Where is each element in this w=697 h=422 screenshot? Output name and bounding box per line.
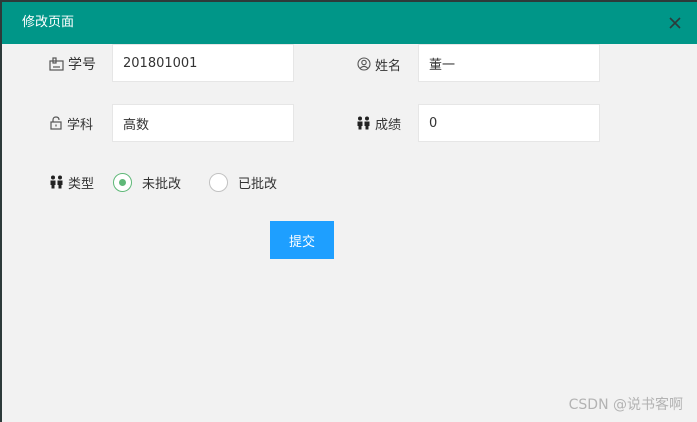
user-circle-icon	[357, 57, 371, 71]
close-icon[interactable]	[668, 16, 682, 30]
score-label-group: 成绩	[356, 113, 401, 133]
id-card-icon	[49, 57, 64, 71]
name-label: 姓名	[375, 58, 402, 74]
score-input[interactable]	[418, 104, 600, 142]
dialog-titlebar: 修改页面	[2, 2, 697, 44]
subject-input[interactable]	[112, 104, 294, 142]
radio-circle[interactable]	[209, 172, 228, 192]
subject-label-group: 学科	[49, 113, 93, 133]
radio-graded[interactable]: 已批改	[209, 170, 277, 194]
radio-ungraded-label: 未批改	[142, 176, 182, 192]
name-label-group: 姓名	[357, 54, 401, 74]
radio-graded-label: 已批改	[238, 176, 278, 192]
type-label: 类型	[68, 176, 95, 192]
student-id-label-group: 学号	[49, 54, 96, 74]
student-id-label: 学号	[68, 57, 96, 73]
subject-label: 学科	[67, 117, 94, 133]
edit-dialog: 修改页面 学号 姓名 学科	[2, 2, 697, 422]
watermark: CSDN @说书客啊	[568, 397, 683, 413]
student-id-input[interactable]	[112, 44, 294, 82]
radio-circle-checked[interactable]	[113, 172, 132, 192]
name-input[interactable]	[418, 44, 600, 82]
people-icon	[357, 116, 370, 130]
lock-icon	[50, 116, 62, 130]
submit-button[interactable]: 提交	[270, 221, 334, 259]
dialog-title: 修改页面	[22, 15, 75, 30]
people-icon	[50, 175, 63, 189]
radio-ungraded[interactable]: 未批改	[113, 170, 181, 194]
type-label-group: 类型	[49, 172, 94, 192]
score-label: 成绩	[375, 117, 402, 133]
